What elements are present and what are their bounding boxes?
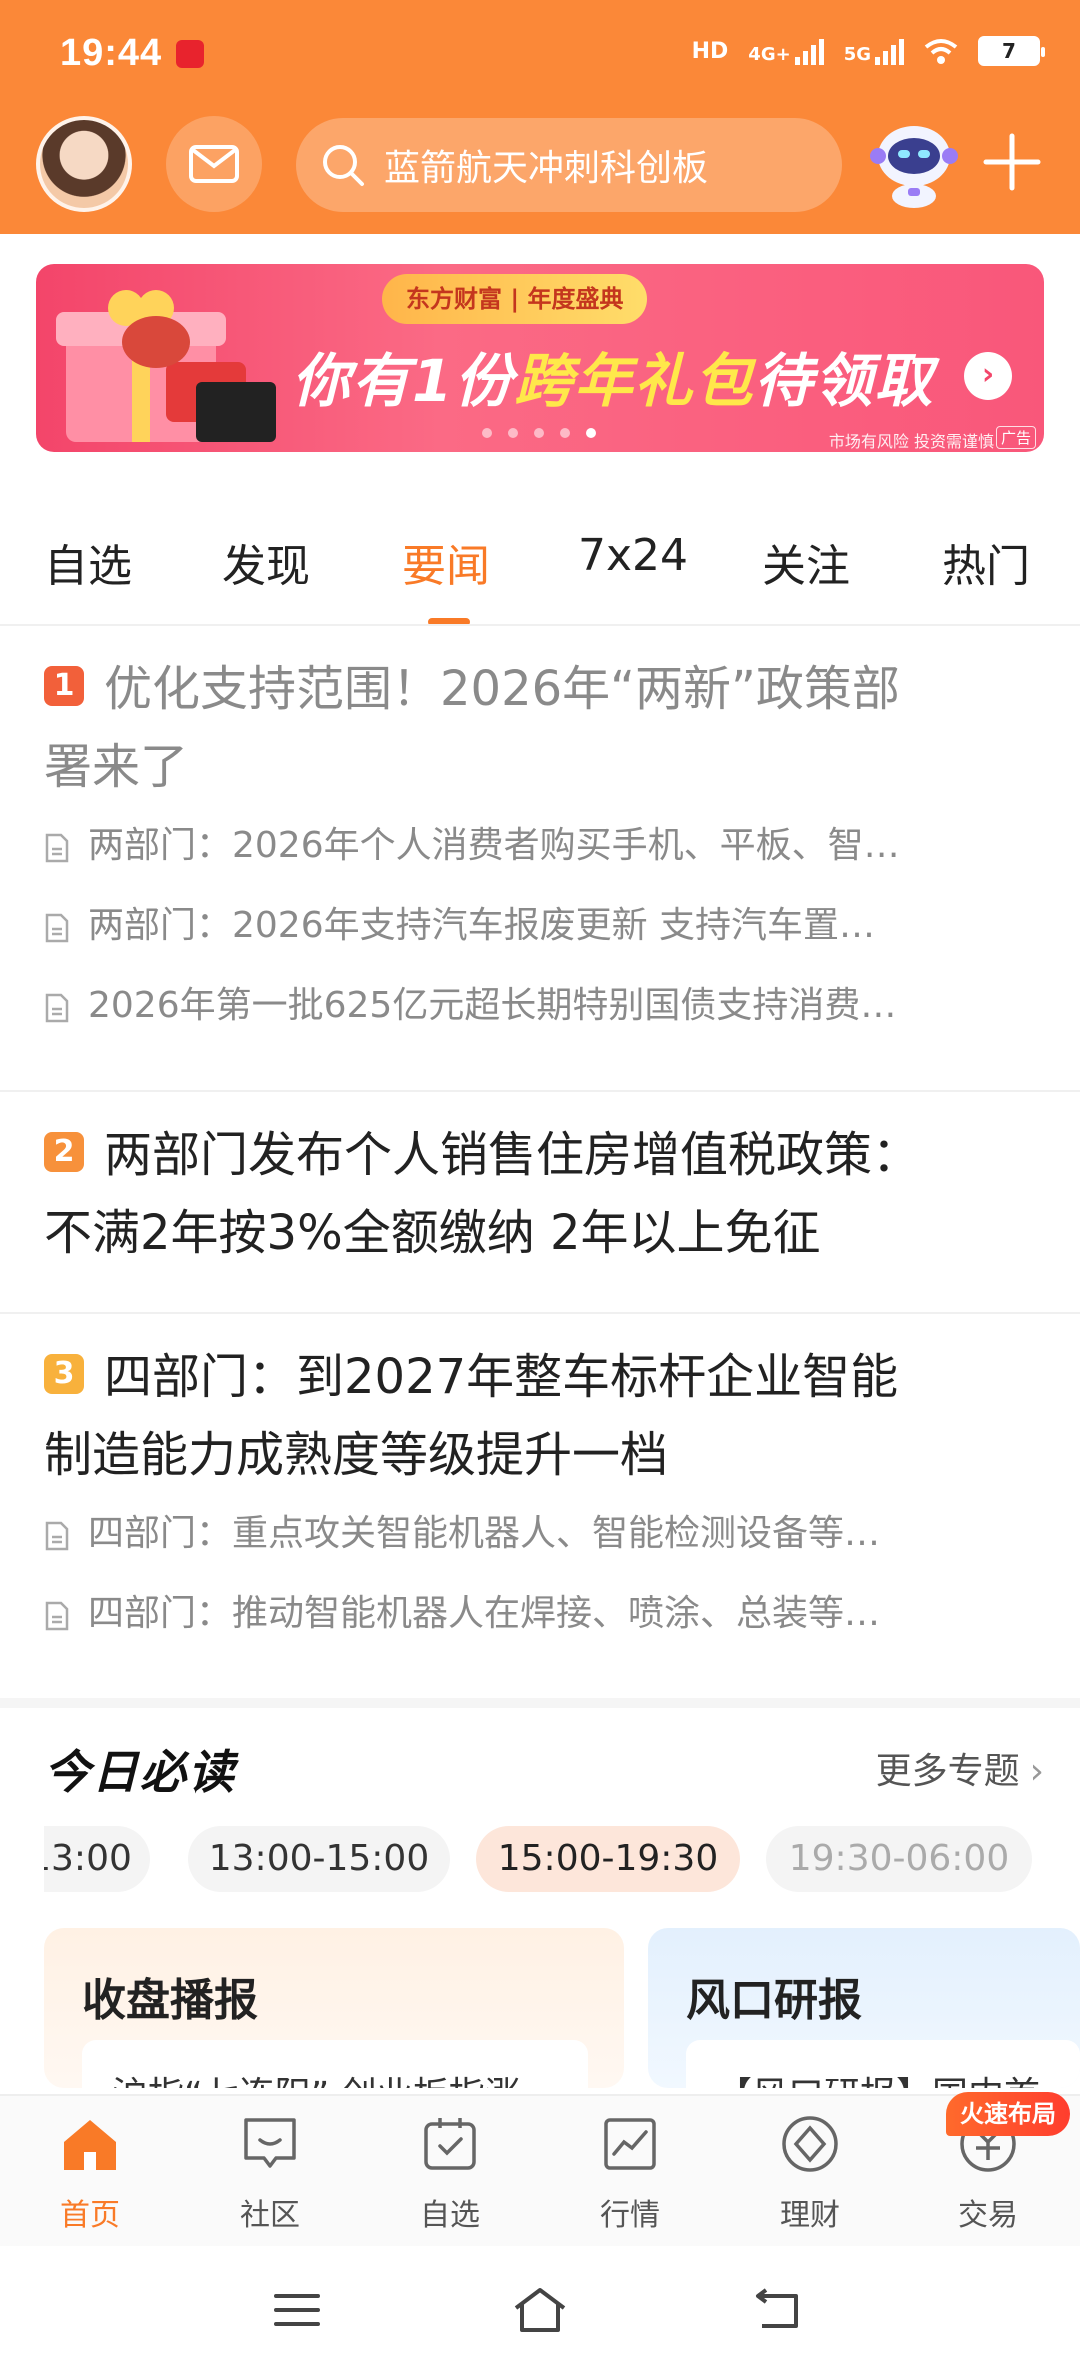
promo-badge[interactable]: 火速布局 bbox=[946, 2092, 1070, 2136]
assistant-robot-icon[interactable] bbox=[864, 112, 964, 212]
hd-icon: HD bbox=[691, 38, 729, 64]
nav-home[interactable]: 首页 bbox=[20, 2112, 160, 2234]
related-news[interactable]: 四部门：推动智能机器人在焊接、喷涂、总装等… bbox=[44, 1574, 1040, 1654]
divider bbox=[0, 1090, 1080, 1092]
rank-badge: 2 bbox=[44, 1132, 84, 1172]
market-icon bbox=[604, 2118, 656, 2170]
related-news[interactable]: 两部门：2026年个人消费者购买手机、平板、智… bbox=[44, 806, 1040, 886]
home-icon bbox=[64, 2120, 116, 2170]
tab-discover[interactable]: 发现 bbox=[222, 530, 310, 594]
app-notification-icon bbox=[176, 40, 204, 68]
search-placeholder: 蓝箭航天冲刺科创板 bbox=[384, 148, 709, 189]
add-icon[interactable] bbox=[980, 130, 1044, 194]
mail-icon bbox=[189, 145, 239, 183]
community-icon bbox=[244, 2118, 296, 2168]
time-slot[interactable]: 19:30-06:00 bbox=[766, 1826, 1032, 1892]
related-news[interactable]: 四部门：重点攻关智能机器人、智能检测设备等… bbox=[44, 1494, 1040, 1574]
related-news[interactable]: 2026年第一批625亿元超长期特别国债支持消费… bbox=[44, 966, 1040, 1046]
chevron-right-icon: › bbox=[1029, 1751, 1044, 1792]
carousel-dot bbox=[482, 428, 492, 438]
news-item-3[interactable]: 3 四部门：到2027年整车标杆企业智能 制造能力成熟度等级提升一档 四部门：重点攻… bbox=[44, 1338, 1044, 1654]
news-headline[interactable]: 1 优化支持范围！2026年“两新”政策部 署来了 bbox=[44, 650, 1044, 806]
ad-label: 广告 bbox=[995, 426, 1036, 449]
must-read-title: 今日必读 bbox=[44, 1745, 236, 1799]
banner-arrow-icon[interactable]: › bbox=[964, 352, 1012, 400]
time-slot-active[interactable]: 15:00-19:30 bbox=[476, 1826, 740, 1892]
more-topics-link[interactable]: 更多专题 › bbox=[876, 1742, 1044, 1794]
risk-note: 市场有风险 投资需谨慎 bbox=[828, 432, 994, 451]
wifi-icon bbox=[924, 39, 958, 64]
carousel-dot bbox=[534, 428, 544, 438]
search-bar[interactable]: 蓝箭航天冲刺科创板 bbox=[296, 118, 842, 212]
gift-box-icon bbox=[56, 290, 276, 442]
news-item-2[interactable]: 2 两部门发布个人销售住房增值税政策： 不满2年按3%全额缴纳 2年以上免征 bbox=[44, 1116, 1044, 1272]
signal-bars-icon bbox=[794, 37, 824, 65]
signal-4g: 4G+ bbox=[748, 37, 824, 65]
news-headline[interactable]: 2 两部门发布个人销售住房增值税政策： 不满2年按3%全额缴纳 2年以上免征 bbox=[44, 1116, 1044, 1272]
signal-5g: 5G bbox=[844, 37, 904, 65]
card-snippet: 【风口研报】国内首 bbox=[686, 2040, 1080, 2088]
tab-watchlist[interactable]: 自选 bbox=[44, 530, 132, 594]
top-header: 19:44 HD 4G+ 5G 7 蓝箭航天冲刺科创板 bbox=[0, 0, 1080, 234]
time-slot-pills: 13:00 13:00-15:00 15:00-19:30 19:30-06:0… bbox=[44, 1826, 1044, 1896]
nav-community[interactable]: 社区 bbox=[200, 2112, 340, 2234]
nav-watchlist[interactable]: 自选 bbox=[380, 2112, 520, 2234]
banner-slogan: 你有1份跨年礼包待领取 bbox=[292, 347, 935, 415]
card-title: 风口研报 bbox=[686, 1975, 862, 2026]
message-button[interactable] bbox=[166, 116, 262, 212]
status-bar: 19:44 HD 4G+ 5G 7 bbox=[0, 0, 1080, 110]
tab-following[interactable]: 关注 bbox=[762, 530, 850, 594]
promo-banner[interactable]: 东方财富 | 年度盛典 你有1份跨年礼包待领取 › 市场有风险 投资需谨慎 广告 bbox=[36, 264, 1044, 452]
user-avatar[interactable] bbox=[36, 116, 132, 212]
status-time: 19:44 bbox=[60, 32, 163, 74]
divider bbox=[0, 1312, 1080, 1314]
card-snippet: 沪指“七连阳” 创业板指涨 bbox=[82, 2040, 588, 2088]
wealth-icon bbox=[782, 2116, 838, 2172]
search-icon bbox=[323, 145, 364, 186]
document-icon bbox=[45, 833, 69, 863]
home-nav-icon[interactable] bbox=[510, 2286, 570, 2334]
document-icon bbox=[45, 993, 69, 1023]
time-slot[interactable]: 13:00 bbox=[44, 1826, 150, 1892]
bottom-navigation: 首页 社区 自选 行情 理财 交易 bbox=[0, 2094, 1080, 2246]
carousel-dot-active bbox=[586, 428, 596, 438]
nav-market[interactable]: 行情 bbox=[560, 2112, 700, 2234]
document-icon bbox=[45, 1521, 69, 1551]
news-item-1[interactable]: 1 优化支持范围！2026年“两新”政策部 署来了 两部门：2026年个人消费者购买… bbox=[44, 650, 1044, 1046]
tab-hot[interactable]: 热门 bbox=[942, 530, 1030, 594]
document-icon bbox=[45, 913, 69, 943]
divider bbox=[0, 624, 1080, 626]
nav-wealth[interactable]: 理财 bbox=[740, 2112, 880, 2234]
tab-7x24[interactable]: 7x24 bbox=[578, 530, 688, 581]
battery-icon: 7 bbox=[978, 36, 1045, 66]
brand-tag: 东方财富 | 年度盛典 bbox=[382, 274, 648, 324]
news-tabs: 自选 发现 要闻 7x24 关注 热门 bbox=[0, 530, 1080, 626]
carousel-dot bbox=[508, 428, 518, 438]
section-divider bbox=[0, 1698, 1080, 1708]
time-slot[interactable]: 13:00-15:00 bbox=[188, 1826, 450, 1892]
system-navigation-bar bbox=[0, 2246, 1080, 2376]
rank-badge: 1 bbox=[44, 666, 84, 706]
card-market-close[interactable]: 收盘播报 沪指“七连阳” 创业板指涨 bbox=[44, 1928, 624, 2088]
watchlist-icon bbox=[424, 2118, 476, 2170]
rank-badge: 3 bbox=[44, 1354, 84, 1394]
carousel-dots bbox=[482, 428, 596, 438]
signal-bars-icon bbox=[875, 37, 904, 65]
tab-headlines[interactable]: 要闻 bbox=[402, 530, 490, 594]
document-icon bbox=[45, 1601, 69, 1631]
news-headline[interactable]: 3 四部门：到2027年整车标杆企业智能 制造能力成熟度等级提升一档 bbox=[44, 1338, 1044, 1494]
card-trend-research[interactable]: 风口研报 【风口研报】国内首 bbox=[648, 1928, 1080, 2088]
card-title: 收盘播报 bbox=[82, 1975, 258, 2026]
status-right: HD 4G+ 5G 7 bbox=[691, 36, 1045, 66]
back-icon[interactable] bbox=[752, 2288, 804, 2332]
menu-icon[interactable] bbox=[272, 2290, 322, 2330]
carousel-dot bbox=[560, 428, 570, 438]
related-news[interactable]: 两部门：2026年支持汽车报废更新 支持汽车置… bbox=[44, 886, 1040, 966]
